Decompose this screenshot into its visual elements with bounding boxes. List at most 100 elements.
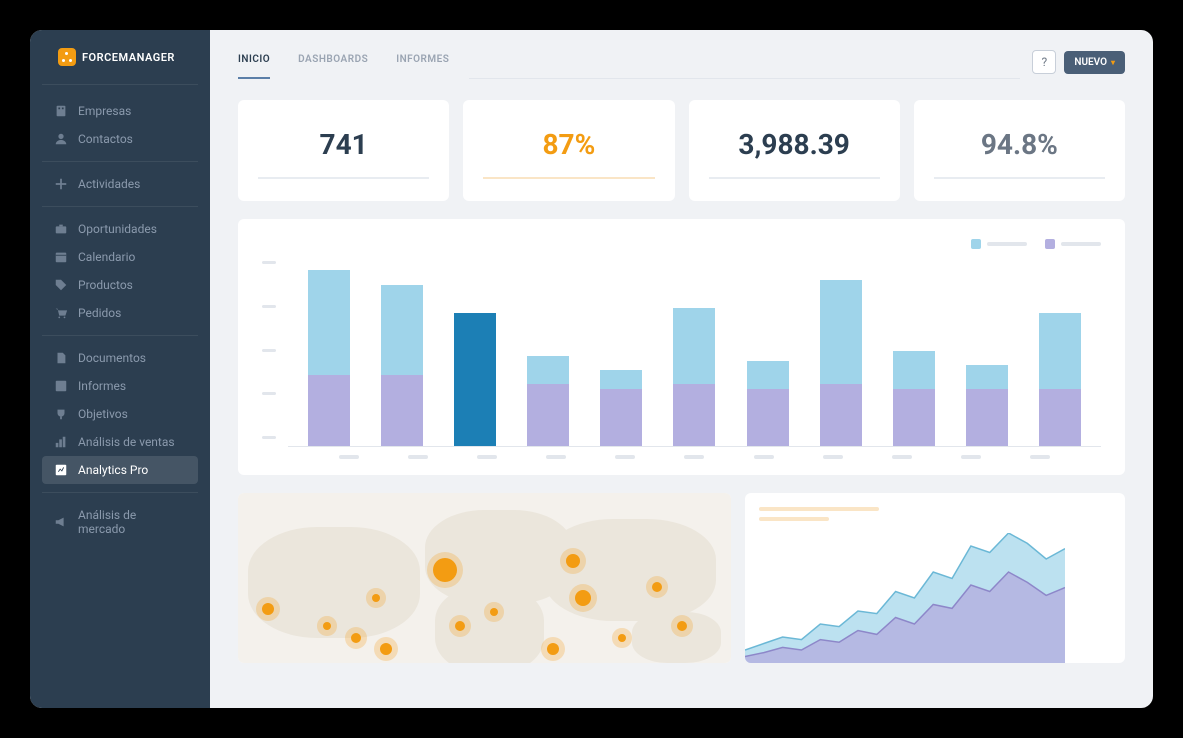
bar	[1039, 313, 1081, 446]
kpi-card: 741	[238, 100, 449, 201]
map-hotspot	[455, 621, 465, 631]
sidebar-item-label: Contactos	[78, 132, 133, 146]
trophy-icon	[54, 407, 68, 421]
sidebar-item-label: Calendario	[78, 250, 135, 264]
cart-icon	[54, 306, 68, 320]
plus-icon	[54, 177, 68, 191]
bar	[600, 370, 642, 446]
x-axis	[288, 447, 1101, 459]
map-hotspot	[433, 558, 457, 582]
kpi-card: 87%	[463, 100, 674, 201]
sidebar-item-actividades[interactable]: Actividades	[42, 170, 198, 198]
analytics-icon	[54, 463, 68, 477]
main-content: INICIO DASHBOARDS INFORMES ? NUEVO ▾ 741 87…	[210, 30, 1153, 708]
app-window: FORCEMANAGER Empresas Contactos Actividade…	[30, 30, 1153, 708]
sidebar-item-label: Actividades	[78, 177, 140, 191]
briefcase-icon	[54, 222, 68, 236]
map-hotspot	[547, 643, 559, 655]
sidebar-item-análisis-de-mercado[interactable]: Análisis de mercado	[42, 501, 198, 543]
sidebar-item-empresas[interactable]: Empresas	[42, 97, 198, 125]
sidebar-item-label: Analytics Pro	[78, 463, 148, 477]
bar	[966, 365, 1008, 446]
sidebar-item-label: Informes	[78, 379, 126, 393]
legend-item	[971, 239, 1027, 249]
kpi-value: 87%	[483, 128, 654, 161]
kpi-value: 741	[258, 128, 429, 161]
tab-dashboards[interactable]: DASHBOARDS	[298, 54, 368, 79]
sidebar-item-label: Análisis de mercado	[78, 508, 186, 536]
bar	[747, 361, 789, 447]
chart-title-placeholder	[759, 507, 879, 511]
file-icon	[54, 351, 68, 365]
kpi-value: 3,988.39	[709, 128, 880, 161]
sidebar-item-informes[interactable]: Informes	[42, 372, 198, 400]
kpi-value: 94.8%	[934, 128, 1105, 161]
tab-inicio[interactable]: INICIO	[238, 54, 270, 79]
calendar-icon	[54, 250, 68, 264]
sidebar-item-analytics-pro[interactable]: Analytics Pro	[42, 456, 198, 484]
bar	[454, 313, 496, 446]
map-hotspot	[351, 633, 361, 643]
bar	[527, 356, 569, 446]
legend-swatch-icon	[971, 239, 981, 249]
brand-name: FORCEMANAGER	[82, 51, 175, 64]
sidebar-item-pedidos[interactable]: Pedidos	[42, 299, 198, 327]
map-hotspot	[262, 603, 274, 615]
chevron-down-icon: ▾	[1111, 58, 1115, 67]
sidebar-item-label: Productos	[78, 278, 133, 292]
sidebar-item-label: Oportunidades	[78, 222, 157, 236]
help-button[interactable]: ?	[1032, 50, 1056, 74]
user-icon	[54, 132, 68, 146]
sidebar-item-contactos[interactable]: Contactos	[42, 125, 198, 153]
world-map	[238, 493, 731, 663]
map-hotspot	[380, 643, 392, 655]
bars	[288, 257, 1101, 447]
kpi-row: 741 87% 3,988.39 94.8%	[238, 100, 1125, 201]
area-chart	[745, 533, 1065, 663]
bar	[381, 285, 423, 447]
sidebar: FORCEMANAGER Empresas Contactos Actividade…	[30, 30, 210, 708]
sidebar-item-label: Empresas	[78, 104, 131, 118]
sidebar-item-label: Análisis de ventas	[78, 435, 175, 449]
sidebar-item-calendario[interactable]: Calendario	[42, 243, 198, 271]
bar	[308, 270, 350, 446]
brand-logo: FORCEMANAGER	[42, 48, 198, 85]
chart-body	[262, 257, 1101, 459]
bar-chart-card	[238, 219, 1125, 475]
tab-informes[interactable]: INFORMES	[396, 54, 449, 79]
header: INICIO DASHBOARDS INFORMES ? NUEVO ▾	[210, 30, 1153, 82]
sidebar-item-documentos[interactable]: Documentos	[42, 344, 198, 372]
chart-legend	[262, 239, 1101, 249]
sidebar-item-oportunidades[interactable]: Oportunidades	[42, 215, 198, 243]
chart-subtitle-placeholder	[759, 517, 829, 521]
kpi-card: 94.8%	[914, 100, 1125, 201]
bar	[673, 308, 715, 446]
y-axis	[262, 257, 276, 459]
tabs: INICIO DASHBOARDS INFORMES	[238, 54, 449, 79]
map-card	[238, 493, 731, 663]
chart-icon	[54, 379, 68, 393]
logo-icon	[58, 48, 76, 66]
new-button[interactable]: NUEVO ▾	[1064, 51, 1125, 74]
sidebar-item-label: Objetivos	[78, 407, 128, 421]
building-icon	[54, 104, 68, 118]
header-actions: ? NUEVO ▾	[1032, 50, 1125, 82]
sidebar-item-productos[interactable]: Productos	[42, 271, 198, 299]
legend-item	[1045, 239, 1101, 249]
map-hotspot	[652, 582, 662, 592]
area-chart-card	[745, 493, 1125, 663]
bar	[893, 351, 935, 446]
map-hotspot	[677, 621, 687, 631]
content-area: 741 87% 3,988.39 94.8%	[210, 82, 1153, 708]
legend-swatch-icon	[1045, 239, 1055, 249]
bars-icon	[54, 435, 68, 449]
sidebar-item-label: Pedidos	[78, 306, 121, 320]
sidebar-item-análisis-de-ventas[interactable]: Análisis de ventas	[42, 428, 198, 456]
sidebar-item-objetivos[interactable]: Objetivos	[42, 400, 198, 428]
tag-icon	[54, 278, 68, 292]
map-hotspot	[323, 622, 331, 630]
kpi-card: 3,988.39	[689, 100, 900, 201]
map-hotspot	[618, 634, 626, 642]
bar	[820, 280, 862, 446]
megaphone-icon	[54, 515, 68, 529]
